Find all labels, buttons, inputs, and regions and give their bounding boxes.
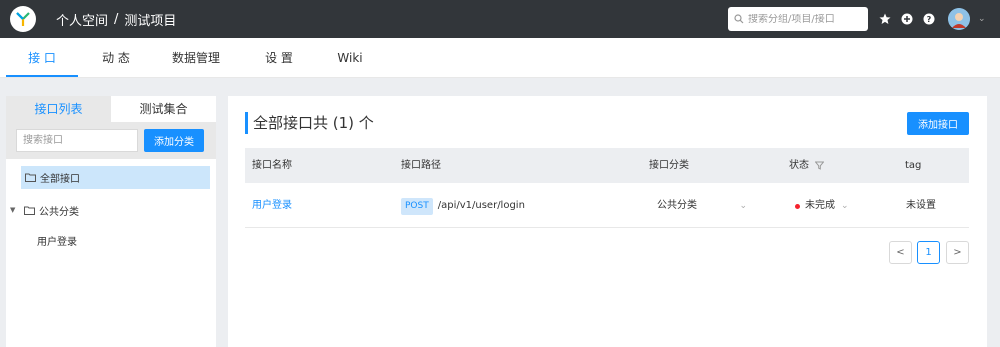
column-header-tag: tag (905, 160, 922, 171)
add-category-button[interactable]: 添加分类 (144, 129, 204, 152)
top-bar: 个人空间 / 测试项目 ? ⌄ (0, 0, 1000, 38)
column-header-name: 接口名称 (252, 160, 292, 171)
filter-icon[interactable] (815, 161, 824, 170)
star-icon[interactable] (878, 12, 892, 26)
tab-settings[interactable]: 设 置 (243, 38, 315, 78)
pagination-next[interactable]: > (946, 241, 969, 264)
pagination-page-1[interactable]: 1 (917, 241, 940, 264)
chevron-down-icon: ⌄ (841, 201, 849, 211)
tab-interface-list[interactable]: 接口列表 (6, 96, 111, 122)
folder-open-icon (24, 206, 35, 215)
sidebar-tabs: 接口列表 测试集合 (6, 96, 216, 122)
breadcrumb-project[interactable]: 测试项目 (124, 10, 176, 29)
category-select[interactable]: 公共分类 ⌄ (657, 188, 747, 224)
table-header: 接口名称 接口路径 接口分类 状态 tag (245, 148, 969, 183)
column-header-category: 接口分类 (649, 160, 689, 171)
pagination-prev[interactable]: < (889, 241, 912, 264)
tree-item-label: 用户登录 (37, 236, 77, 248)
top-actions: ? ⌄ (878, 0, 986, 38)
tree-item-label: 公共分类 (39, 206, 79, 218)
add-circle-icon[interactable] (900, 12, 914, 26)
title-accent-bar (245, 112, 248, 134)
tab-test-collection[interactable]: 测试集合 (111, 96, 216, 122)
tab-wiki[interactable]: Wiki (314, 38, 386, 78)
tag-cell: 未设置 (906, 200, 936, 211)
tab-activity[interactable]: 动 态 (80, 38, 152, 78)
logo-icon (16, 12, 30, 26)
project-nav: 接 口 动 态 数据管理 设 置 Wiki (0, 38, 1000, 78)
sidebar-search-row: 添加分类 (6, 122, 216, 159)
breadcrumb: 个人空间 / 测试项目 (56, 0, 176, 38)
status-dot (795, 203, 800, 209)
tree-item-all-interfaces[interactable]: 全部接口 (21, 166, 210, 189)
interface-name-link[interactable]: 用户登录 (252, 188, 292, 224)
global-search-input[interactable] (748, 13, 866, 25)
column-header-status-label: 状态 (789, 160, 809, 171)
status-select-value: 未完成 (805, 200, 835, 211)
page-title: 全部接口共 (1) 个 (253, 114, 374, 132)
search-icon (734, 14, 744, 24)
column-header-status: 状态 (789, 148, 824, 183)
add-interface-button[interactable]: 添加接口 (907, 112, 969, 135)
svg-text:?: ? (927, 15, 932, 24)
tree-item-user-login[interactable]: 用户登录 (37, 230, 77, 250)
global-search[interactable] (728, 7, 868, 31)
breadcrumb-separator: / (114, 11, 119, 27)
folder-open-icon (25, 173, 36, 182)
app-logo[interactable] (10, 6, 36, 32)
active-tab-indicator (6, 75, 78, 77)
tab-data-management[interactable]: 数据管理 (160, 38, 232, 78)
category-select-value: 公共分类 (657, 200, 697, 211)
table-row: 用户登录 POST /api/v1/user/login 公共分类 ⌄ 未完成 … (245, 188, 969, 228)
interface-list-card: 全部接口共 (1) 个 添加接口 接口名称 接口路径 接口分类 状态 tag 用… (228, 96, 987, 347)
column-header-path: 接口路径 (401, 160, 441, 171)
help-icon[interactable]: ? (922, 12, 936, 26)
interface-path: /api/v1/user/login (437, 200, 525, 211)
user-avatar[interactable] (948, 8, 970, 30)
tree-item-public-category[interactable]: ▼ 公共分类 (10, 200, 79, 220)
interface-path-cell: POST /api/v1/user/login (401, 188, 525, 224)
method-badge: POST (401, 197, 433, 215)
caret-down-icon[interactable]: ▼ (10, 206, 20, 214)
chevron-down-icon: ⌄ (739, 201, 747, 211)
interface-sidebar: 接口列表 测试集合 添加分类 全部接口 ▼ 公共分类 用户登录 (6, 96, 216, 347)
interface-search-input[interactable] (16, 129, 138, 152)
tab-interface[interactable]: 接 口 (6, 38, 78, 78)
breadcrumb-space[interactable]: 个人空间 (56, 10, 108, 29)
status-select[interactable]: 未完成 ⌄ (795, 188, 849, 224)
chevron-down-icon[interactable]: ⌄ (978, 14, 986, 24)
tree-item-label: 全部接口 (40, 174, 80, 185)
